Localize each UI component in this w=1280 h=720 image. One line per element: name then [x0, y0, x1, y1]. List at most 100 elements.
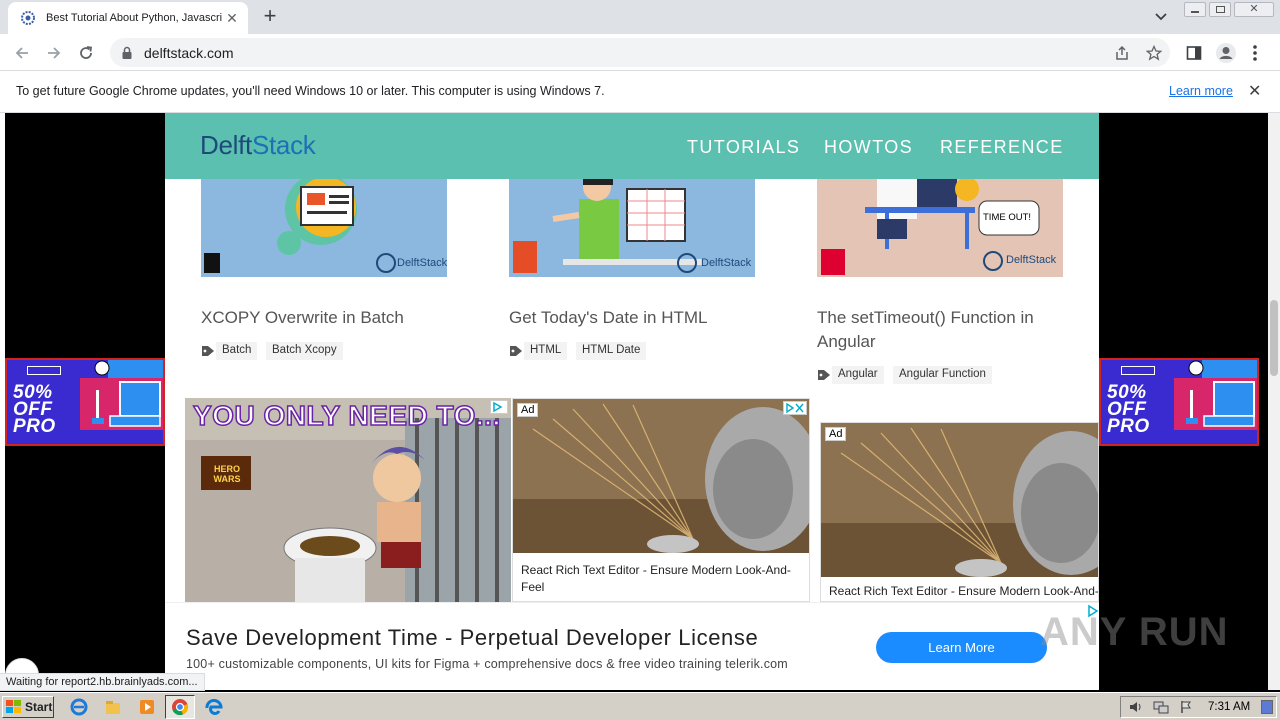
tab-search-chevron-icon[interactable]	[1150, 7, 1172, 27]
address-bar[interactable]: delftstack.com	[110, 38, 1170, 67]
restore-button[interactable]	[1209, 2, 1231, 17]
new-tab-button[interactable]: +	[258, 5, 282, 29]
window-close-icon: ✕	[1249, 3, 1259, 15]
forward-arrow-icon	[48, 47, 61, 59]
system-tray: 7:31 AM	[1120, 696, 1277, 718]
show-desktop-button[interactable]	[1261, 700, 1273, 714]
chrome-menu-icon[interactable]	[1252, 44, 1258, 62]
card-title[interactable]: The setTimeout() Function in Angular	[817, 306, 1063, 354]
site-header: DelftStack TUTORIALS HOWTOS REFERENCE	[165, 113, 1099, 179]
banner-headline: Save Development Time - Perpetual Develo…	[186, 625, 759, 650]
page-content: DelftStack TUTORIALS HOWTOS REFERENCE De…	[165, 113, 1099, 690]
side-ad-text: 50% OFF PRO	[1107, 382, 1150, 437]
card-thumbnail-date-html[interactable]: DelftStack	[509, 179, 755, 277]
ad-ribbon	[27, 366, 61, 375]
back-arrow-icon	[15, 47, 28, 59]
internet-explorer-icon[interactable]	[70, 698, 88, 716]
network-icon[interactable]	[1153, 700, 1169, 714]
reload-icon	[80, 46, 93, 59]
back-button[interactable]	[9, 40, 35, 66]
card-thumbnail-settimeout[interactable]: TIME OUT! DelftStack	[817, 179, 1063, 277]
card-title[interactable]: Get Today's Date in HTML	[509, 306, 755, 330]
nav-tutorials[interactable]: TUTORIALS	[687, 137, 800, 158]
tag-icon	[818, 370, 830, 380]
file-explorer-icon[interactable]	[104, 698, 122, 716]
tag-angular[interactable]: Angular	[832, 366, 884, 384]
anyrun-watermark: ANY RUN	[1040, 610, 1229, 654]
retro-computer-icon	[80, 360, 163, 444]
browser-toolbar: delftstack.com	[0, 34, 1280, 71]
rich-text-editor-ad-1[interactable]: Ad React Rich Text Editor - Ensure Moder…	[512, 398, 810, 602]
ad-caption: React Rich Text Editor - Ensure Modern L…	[821, 577, 1098, 601]
share-icon[interactable]	[1114, 45, 1130, 61]
ad-label: Ad	[517, 403, 539, 417]
tab-close-icon[interactable]: ✕	[224, 10, 240, 27]
tag-icon	[202, 346, 214, 356]
timeout-bubble-text: TIME OUT!	[983, 212, 1032, 223]
nav-howtos[interactable]: HOWTOS	[824, 137, 913, 158]
status-bubble: Waiting for report2.hb.brainlyads.com...	[0, 673, 205, 691]
thumb-brand: DelftStack	[1006, 254, 1057, 266]
forward-button[interactable]	[41, 40, 67, 66]
scrollbar-thumb[interactable]	[1270, 300, 1278, 376]
learn-more-link[interactable]: Learn more	[1169, 84, 1233, 98]
adchoices-icon[interactable]	[783, 401, 807, 415]
infobar-close-icon[interactable]: ✕	[1248, 81, 1261, 101]
delftstack-favicon-icon	[21, 11, 35, 25]
volume-icon[interactable]	[1129, 700, 1143, 714]
start-button[interactable]: Start	[2, 696, 54, 718]
tag-batch-xcopy[interactable]: Batch Xcopy	[266, 342, 343, 360]
card-title[interactable]: XCOPY Overwrite in Batch	[201, 306, 447, 330]
tab-strip: Best Tutorial About Python, Javascri ✕ +…	[0, 0, 1280, 34]
page-viewport: 50% OFF PRO 50% OFF PRO DelftStack TUTOR…	[0, 113, 1268, 690]
grinder-photo-icon	[513, 399, 809, 555]
tag-icon	[510, 346, 522, 356]
tab-title: Best Tutorial About Python, Javascri	[46, 12, 223, 24]
rich-text-editor-ad-2[interactable]: Ad React Rich Text Editor - Ensure Moder…	[820, 422, 1099, 602]
tag-angular-function[interactable]: Angular Function	[893, 366, 992, 384]
tag-html[interactable]: HTML	[524, 342, 568, 360]
infobar-message: To get future Google Chrome updates, you…	[16, 84, 605, 98]
bookmark-star-icon[interactable]	[1146, 45, 1162, 61]
banner-subtext: 100+ customizable components, UI kits fo…	[186, 657, 788, 671]
lock-icon	[122, 46, 132, 59]
side-ad-text: 50% OFF PRO	[13, 382, 56, 437]
update-infobar: To get future Google Chrome updates, you…	[0, 71, 1280, 113]
game-ad-headline: YOU ONLY NEED TO...	[192, 399, 501, 432]
side-panel-icon[interactable]	[1186, 45, 1202, 61]
chrome-taskbar-button[interactable]	[165, 695, 195, 719]
window-close-button[interactable]: ✕	[1234, 2, 1274, 17]
reload-button[interactable]	[73, 40, 99, 66]
action-center-flag-icon[interactable]	[1179, 700, 1193, 714]
media-player-icon[interactable]	[138, 698, 156, 716]
retro-computer-icon	[1174, 360, 1257, 444]
edge-icon[interactable]	[205, 698, 223, 716]
browser-tab[interactable]: Best Tutorial About Python, Javascri ✕	[8, 2, 248, 34]
ad-label: Ad	[825, 427, 847, 441]
game-ad-logo: HERO WARS	[213, 464, 241, 484]
windows-logo-icon	[6, 700, 21, 713]
grinder-photo-icon	[821, 423, 1098, 579]
start-label: Start	[25, 700, 53, 714]
hero-wars-ad[interactable]: YOU ONLY NEED TO... HERO WARS	[185, 398, 511, 602]
adchoices-icon[interactable]	[490, 400, 508, 414]
ad-ribbon	[1121, 366, 1155, 375]
right-side-ad[interactable]: 50% OFF PRO	[1099, 358, 1259, 446]
site-logo[interactable]: DelftStack	[200, 130, 316, 161]
thumb-brand: DelftStack	[701, 257, 752, 269]
windows-taskbar: Start 7:31 AM	[0, 692, 1280, 720]
profile-avatar-icon[interactable]	[1215, 42, 1237, 64]
page-scrollbar[interactable]	[1268, 113, 1280, 690]
telerik-banner-ad[interactable]: Save Development Time - Perpetual Develo…	[165, 602, 1099, 690]
thumb-brand: DelftStack	[397, 257, 447, 269]
chrome-icon	[172, 699, 189, 716]
minimize-button[interactable]	[1184, 2, 1206, 17]
card-thumbnail-xcopy[interactable]: DelftStack	[201, 179, 447, 277]
url-text: delftstack.com	[144, 44, 234, 61]
left-side-ad[interactable]: 50% OFF PRO	[5, 358, 165, 446]
tag-batch[interactable]: Batch	[216, 342, 258, 360]
nav-reference[interactable]: REFERENCE	[940, 137, 1064, 158]
ad-caption: React Rich Text Editor - Ensure Modern L…	[513, 553, 809, 601]
banner-learn-more-button[interactable]: Learn More	[876, 632, 1047, 663]
tag-html-date[interactable]: HTML Date	[576, 342, 647, 360]
